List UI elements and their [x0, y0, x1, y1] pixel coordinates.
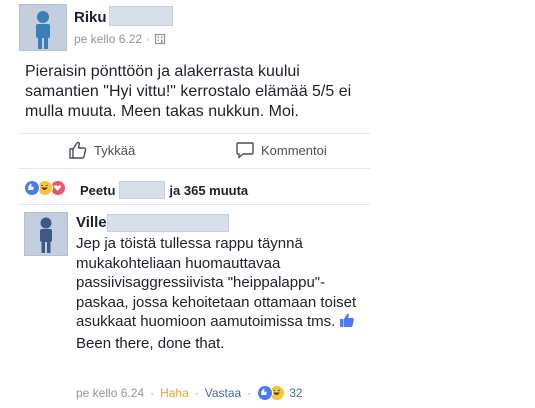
- footer-dot: ·: [194, 386, 199, 400]
- reaction-icons[interactable]: [24, 180, 76, 196]
- comment-author-avatar[interactable]: [24, 212, 68, 256]
- person-silhouette-icon: [40, 217, 52, 253]
- comment-author-name[interactable]: Ville: [76, 214, 107, 231]
- reply-button[interactable]: Vastaa: [205, 386, 241, 400]
- post-author-name[interactable]: Riku: [74, 9, 107, 26]
- comment-timestamp[interactable]: pe kello 6.24: [76, 386, 144, 400]
- post-timestamp[interactable]: pe kello 6.22: [74, 32, 142, 46]
- reactions-others[interactable]: ja 365 muuta: [169, 183, 248, 198]
- comment-text: Jep ja töistä tullessa rappu täynnä muka…: [76, 234, 366, 353]
- meta-separator: ·: [146, 32, 151, 46]
- speech-bubble-icon: [235, 140, 255, 160]
- comment-reaction-count: 32: [289, 386, 303, 400]
- footer-dot: ·: [247, 386, 252, 400]
- actions-divider-bottom: [18, 168, 370, 169]
- like-reaction-icon: [24, 180, 40, 196]
- comment-reactions[interactable]: 32: [257, 385, 303, 401]
- like-label: Tykkää: [94, 142, 136, 158]
- reactions-summary[interactable]: Peetu ja 365 muuta: [80, 181, 248, 199]
- post-author-avatar[interactable]: [19, 4, 67, 51]
- like-button[interactable]: Tykkää: [68, 140, 135, 160]
- footer-dot: ·: [150, 386, 155, 400]
- comment-label: Kommentoi: [261, 142, 327, 158]
- like-reaction-icon: [257, 385, 274, 401]
- comment-text-tail: Been there, done that.: [76, 334, 225, 352]
- reactor-first-name[interactable]: Peetu: [80, 183, 115, 198]
- post-text: Pieraisin pönttöön ja alakerrasta kuului…: [25, 63, 352, 120]
- redacted-surname: [107, 214, 229, 232]
- thumbs-up-icon: [339, 312, 355, 334]
- haha-reaction-link[interactable]: Haha: [160, 386, 189, 400]
- reactions-divider: [18, 204, 370, 205]
- thumbs-up-icon: [68, 140, 88, 160]
- building-icon[interactable]: [154, 33, 166, 45]
- redacted-surname: [109, 6, 173, 26]
- actions-divider-top: [18, 133, 370, 134]
- redacted-surname: [119, 181, 166, 199]
- person-silhouette-icon: [36, 11, 50, 49]
- post-meta: pe kello 6.22 ·: [74, 32, 166, 46]
- comment-text-body: Jep ja töistä tullessa rappu täynnä muka…: [76, 235, 357, 330]
- comment-footer: pe kello 6.24 · Haha · Vastaa · 32: [76, 385, 303, 401]
- comment-button[interactable]: Kommentoi: [235, 140, 327, 160]
